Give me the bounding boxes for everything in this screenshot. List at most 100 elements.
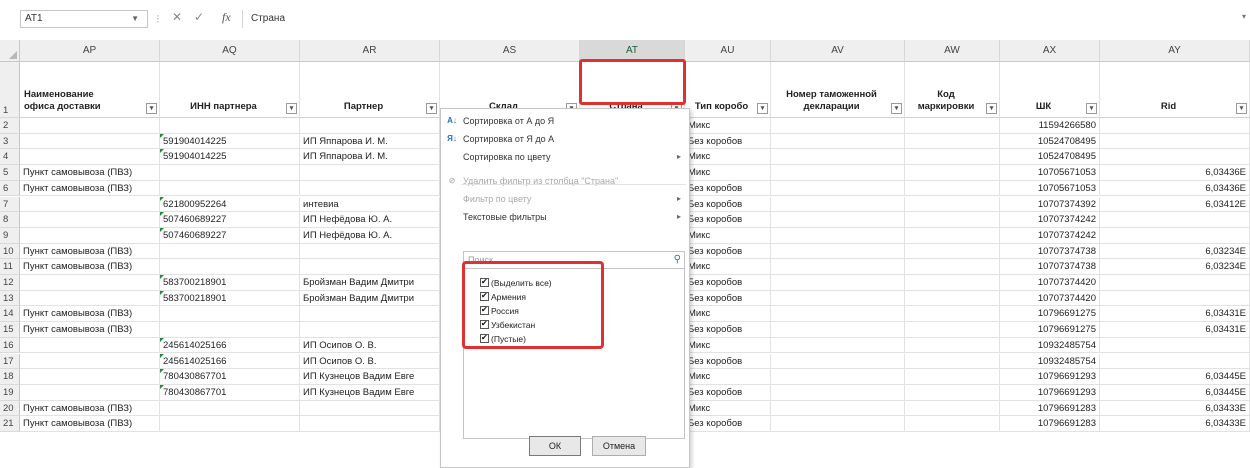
row-header[interactable]: 19 — [0, 384, 20, 401]
filter-dropdown-icon[interactable]: ▾ — [986, 103, 997, 114]
cell-av[interactable] — [771, 416, 905, 432]
cell-ax[interactable]: 10796691275 — [1000, 322, 1100, 338]
cell-au[interactable]: Микс — [685, 149, 771, 166]
header-cell[interactable]: ИНН партнера ▾ — [160, 62, 300, 118]
cell-aw[interactable] — [905, 212, 1000, 228]
cell-ax[interactable]: 10796691283 — [1000, 400, 1100, 417]
cell-ax[interactable]: 10796691283 — [1000, 416, 1100, 432]
cell-ar[interactable]: ИП Яппарова И. М. — [300, 149, 440, 166]
cell-au[interactable]: Без коробов — [685, 290, 771, 307]
row-header[interactable]: 10 — [0, 243, 20, 260]
cell-ar[interactable] — [300, 322, 440, 338]
cell-ay[interactable]: 6,03433E — [1100, 400, 1250, 417]
cell-aw[interactable] — [905, 290, 1000, 307]
formula-input[interactable]: Страна — [242, 10, 1246, 28]
cell-av[interactable] — [771, 322, 905, 338]
cell-ay[interactable] — [1100, 227, 1250, 244]
column-header-ap[interactable]: AP — [20, 40, 160, 62]
cell-aq[interactable]: 780430867701 — [160, 369, 300, 385]
cell-aw[interactable] — [905, 400, 1000, 417]
cell-aq[interactable]: 507460689227 — [160, 212, 300, 228]
cell-ar[interactable]: ИП Нефёдова Ю. А. — [300, 212, 440, 228]
cell-ay[interactable] — [1100, 290, 1250, 307]
cell-aw[interactable] — [905, 259, 1000, 275]
row-header[interactable]: 20 — [0, 400, 20, 417]
cell-ay[interactable] — [1100, 133, 1250, 150]
column-header-ay[interactable]: AY — [1100, 40, 1250, 62]
chevron-down-icon[interactable]: ▼ — [131, 11, 139, 27]
cell-ay[interactable]: 6,03433E — [1100, 416, 1250, 432]
cell-ax[interactable]: 10796691293 — [1000, 384, 1100, 401]
cell-ap[interactable] — [20, 337, 160, 354]
cell-au[interactable]: Микс — [685, 259, 771, 275]
cell-aq[interactable] — [160, 118, 300, 134]
cell-ay[interactable]: 6,03234E — [1100, 243, 1250, 260]
cell-ay[interactable]: 6,03234E — [1100, 259, 1250, 275]
cell-ax[interactable]: 10707374392 — [1000, 196, 1100, 213]
cell-aw[interactable] — [905, 369, 1000, 385]
cell-ap[interactable] — [20, 133, 160, 150]
cell-ay[interactable] — [1100, 149, 1250, 166]
cell-aq[interactable] — [160, 180, 300, 197]
cell-ap[interactable] — [20, 227, 160, 244]
row-header[interactable]: 21 — [0, 416, 20, 432]
header-cell[interactable]: Номер таможенной декларации ▾ — [771, 62, 905, 118]
cell-au[interactable]: Без коробов — [685, 353, 771, 370]
cell-ay[interactable]: 6,03436E — [1100, 180, 1250, 197]
cell-aw[interactable] — [905, 133, 1000, 150]
cell-ar[interactable]: Бройзман Вадим Дмитри — [300, 275, 440, 291]
cell-ax[interactable]: 10705671053 — [1000, 165, 1100, 181]
column-header-aq[interactable]: AQ — [160, 40, 300, 62]
cell-av[interactable] — [771, 337, 905, 354]
cell-ar[interactable]: Бройзман Вадим Дмитри — [300, 290, 440, 307]
header-cell[interactable]: Партнер ▾ — [300, 62, 440, 118]
cell-ap[interactable] — [20, 212, 160, 228]
cell-aq[interactable]: 583700218901 — [160, 290, 300, 307]
cell-au[interactable]: Микс — [685, 337, 771, 354]
cell-ap[interactable]: Пункт самовывоза (ПВЗ) — [20, 322, 160, 338]
row-header[interactable]: 7 — [0, 196, 20, 213]
cell-ar[interactable]: ИП Яппарова И. М. — [300, 133, 440, 150]
cell-aw[interactable] — [905, 384, 1000, 401]
cell-ax[interactable]: 10524708495 — [1000, 133, 1100, 150]
filter-dropdown-icon[interactable]: ▾ — [286, 103, 297, 114]
cell-aw[interactable] — [905, 306, 1000, 323]
cell-ar[interactable] — [300, 243, 440, 260]
cell-ay[interactable] — [1100, 212, 1250, 228]
header-cell[interactable]: Наименование офиса доставки ▾ — [20, 62, 160, 118]
cell-aq[interactable] — [160, 259, 300, 275]
cell-au[interactable]: Микс — [685, 118, 771, 134]
cell-aw[interactable] — [905, 353, 1000, 370]
cell-ay[interactable]: 6,03436E — [1100, 165, 1250, 181]
cell-au[interactable]: Микс — [685, 165, 771, 181]
filter-dropdown-icon[interactable]: ▾ — [1236, 103, 1247, 114]
cell-aw[interactable] — [905, 416, 1000, 432]
column-header-ar[interactable]: AR — [300, 40, 440, 62]
cell-ar[interactable] — [300, 165, 440, 181]
cell-aq[interactable]: 591904014225 — [160, 133, 300, 150]
cell-ax[interactable]: 10707374420 — [1000, 290, 1100, 307]
filter-dropdown-icon[interactable]: ▾ — [757, 103, 768, 114]
cell-au[interactable]: Без коробов — [685, 133, 771, 150]
row-header[interactable]: 13 — [0, 290, 20, 307]
cell-ar[interactable]: ИП Кузнецов Вадим Евге — [300, 369, 440, 385]
function-icon[interactable]: fx — [222, 10, 231, 25]
expand-formula-icon[interactable]: ▾ — [1242, 12, 1246, 21]
enter-icon[interactable]: ✓ — [194, 10, 204, 24]
cell-ap[interactable] — [20, 369, 160, 385]
cell-ay[interactable] — [1100, 353, 1250, 370]
cell-ap[interactable] — [20, 353, 160, 370]
cell-aw[interactable] — [905, 243, 1000, 260]
cell-aw[interactable] — [905, 165, 1000, 181]
row-header[interactable]: 8 — [0, 212, 20, 228]
cell-ax[interactable]: 10707374738 — [1000, 243, 1100, 260]
cell-ap[interactable]: Пункт самовывоза (ПВЗ) — [20, 165, 160, 181]
cell-aq[interactable]: 780430867701 — [160, 384, 300, 401]
cell-aw[interactable] — [905, 118, 1000, 134]
cell-aw[interactable] — [905, 227, 1000, 244]
cell-av[interactable] — [771, 290, 905, 307]
cell-av[interactable] — [771, 243, 905, 260]
cell-ap[interactable] — [20, 384, 160, 401]
cell-av[interactable] — [771, 212, 905, 228]
cell-ay[interactable]: 6,03445E — [1100, 384, 1250, 401]
